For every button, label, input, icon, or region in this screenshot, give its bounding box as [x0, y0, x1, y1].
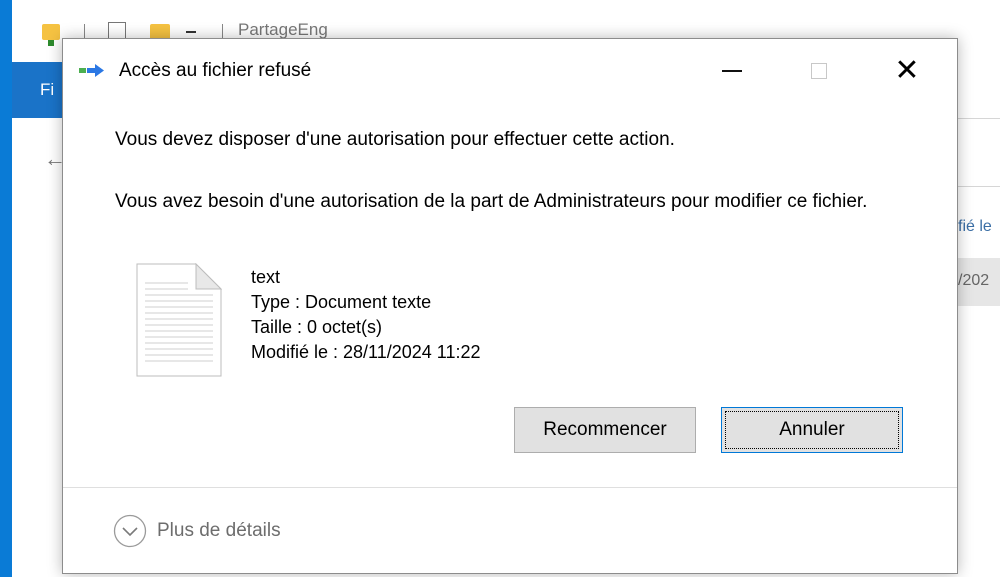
- access-denied-dialog: Accès au fichier refusé ✕ Vous devez dis…: [62, 38, 958, 574]
- column-header-modified[interactable]: fié le: [958, 218, 992, 236]
- chevron-down-circle-icon: [113, 514, 147, 548]
- quick-access-folder-icon[interactable]: [42, 24, 60, 46]
- file-info: text Type : Document texte Taille : 0 oc…: [251, 265, 481, 365]
- dialog-titlebar[interactable]: Accès au fichier refusé ✕: [63, 39, 957, 103]
- primary-message: Vous devez disposer d'une autorisation p…: [115, 129, 675, 150]
- dialog-divider: [63, 487, 957, 488]
- cancel-button[interactable]: Annuler: [721, 407, 903, 453]
- close-icon: ✕: [894, 54, 920, 87]
- minimize-icon: [722, 70, 742, 72]
- file-size: Taille : 0 octet(s): [251, 317, 383, 337]
- file-type: Type : Document texte: [251, 292, 432, 312]
- selected-row-date: /202: [958, 272, 990, 289]
- more-details-label: Plus de détails: [157, 520, 281, 541]
- quick-access-customize-icon[interactable]: [186, 31, 196, 33]
- maximize-icon: [811, 63, 827, 79]
- maximize-button[interactable]: [787, 47, 851, 95]
- file-move-icon: [79, 64, 104, 77]
- background-divider: [958, 118, 1000, 119]
- close-button[interactable]: ✕: [875, 47, 939, 95]
- dialog-title: Accès au fichier refusé: [119, 60, 312, 81]
- retry-button[interactable]: Recommencer: [514, 407, 696, 453]
- ribbon-file-tab-label: Fi: [40, 80, 55, 99]
- file-modified: Modifié le : 28/11/2024 11:22: [251, 342, 481, 362]
- background-divider: [958, 186, 1000, 187]
- text-document-icon: [136, 263, 222, 377]
- file-name: text: [251, 267, 281, 287]
- more-details-toggle[interactable]: Plus de détails: [113, 513, 281, 549]
- minimize-button[interactable]: [700, 47, 764, 95]
- background-window-title: PartageEng: [238, 20, 328, 39]
- background-window-accent: [0, 0, 12, 577]
- secondary-message: Vous avez besoin d'une autorisation de l…: [115, 191, 868, 212]
